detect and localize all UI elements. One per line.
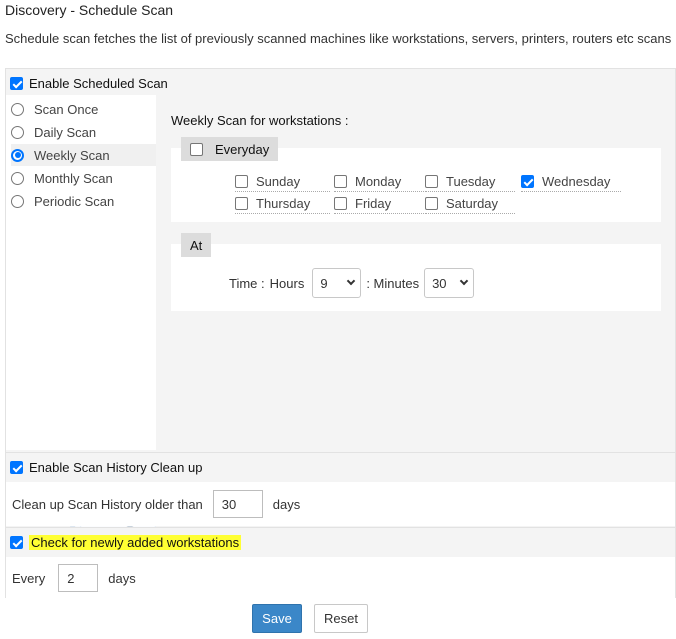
everyday-checkbox[interactable]	[190, 142, 203, 156]
newly-header[interactable]: Check for newly added workstations	[6, 527, 675, 557]
radio-weekly-scan-label: Weekly Scan	[34, 147, 110, 163]
schedule-panel: Enable Scheduled Scan Scan Once Daily Sc…	[5, 68, 676, 599]
radio-periodic-scan-button[interactable]	[11, 194, 24, 208]
radio-weekly-scan[interactable]: Weekly Scan	[11, 144, 156, 166]
minutes-select[interactable]: 30	[424, 268, 475, 298]
radio-periodic-scan[interactable]: Periodic Scan	[11, 190, 156, 212]
thursday-label: Thursday	[256, 196, 311, 211]
day-friday[interactable]: Friday	[334, 194, 424, 214]
day-wednesday[interactable]: Wednesday	[521, 172, 621, 192]
radio-monthly-scan-label: Monthly Scan	[34, 170, 113, 186]
time-box: At Time : Hours 9 : Minutes 30	[171, 233, 661, 311]
history-days-input[interactable]: 30	[212, 490, 263, 518]
page-description: Schedule scan fetches the list of previo…	[5, 31, 672, 46]
scan-type-sidebar: Scan Once Daily Scan Weekly Scan Monthly…	[6, 95, 156, 547]
page-title: Discovery - Schedule Scan	[5, 2, 174, 18]
monday-checkbox[interactable]	[334, 175, 347, 188]
tuesday-label: Tuesday	[446, 174, 496, 189]
minutes-value: 30	[432, 275, 447, 291]
friday-checkbox[interactable]	[334, 197, 347, 210]
radio-scan-once-button[interactable]	[11, 102, 24, 116]
radio-weekly-scan-button[interactable]	[11, 148, 24, 162]
chevron-down-icon	[459, 276, 469, 286]
history-text-before: Clean up Scan History older than	[12, 496, 203, 512]
radio-daily-scan-label: Daily Scan	[34, 124, 97, 140]
sunday-label: Sunday	[256, 174, 301, 189]
time-label: Time :	[229, 275, 265, 291]
wednesday-checkbox[interactable]	[521, 175, 534, 188]
radio-daily-scan-button[interactable]	[11, 125, 24, 139]
newly-days-input[interactable]: 2	[58, 564, 99, 592]
everyday-tab[interactable]: Everyday	[181, 137, 279, 161]
tuesday-checkbox[interactable]	[425, 175, 438, 188]
newly-every-label: Every	[12, 570, 46, 586]
newly-days-label: days	[108, 570, 136, 586]
saturday-checkbox[interactable]	[425, 197, 438, 210]
radio-scan-once-label: Scan Once	[34, 101, 99, 117]
day-thursday[interactable]: Thursday	[235, 194, 330, 214]
radio-daily-scan[interactable]: Daily Scan	[11, 121, 156, 143]
newly-section: Check for newly added workstations Every…	[6, 527, 675, 599]
at-tab: At	[181, 233, 212, 257]
history-body: Clean up Scan History older than 30 days	[6, 482, 675, 526]
day-monday[interactable]: Monday	[334, 172, 424, 192]
reset-button[interactable]: Reset	[314, 604, 368, 633]
wednesday-label: Wednesday	[542, 174, 611, 189]
weekly-settings: Weekly Scan for workstations : Everyday …	[156, 95, 675, 450]
newly-body: Every 2 days	[6, 557, 675, 599]
radio-periodic-scan-label: Periodic Scan	[34, 193, 115, 209]
history-text-after: days	[272, 496, 301, 512]
save-button[interactable]: Save	[252, 604, 302, 633]
thursday-checkbox[interactable]	[235, 197, 248, 210]
history-section: Enable Scan History Clean up Clean up Sc…	[6, 452, 675, 526]
newly-label: Check for newly added workstations	[29, 535, 242, 550]
hours-label: Hours	[269, 275, 305, 291]
friday-label: Friday	[355, 196, 392, 211]
saturday-label: Saturday	[446, 196, 499, 211]
enable-scheduled-scan-label: Enable Scheduled Scan	[29, 76, 168, 91]
days-box: Everyday Sunday Monday Tuesday Wednesday…	[171, 137, 661, 222]
enable-scheduled-scan-row[interactable]: Enable Scheduled Scan	[10, 76, 168, 91]
radio-scan-once[interactable]: Scan Once	[11, 98, 156, 120]
weekly-scan-title: Weekly Scan for workstations :	[171, 113, 349, 128]
history-label: Enable Scan History Clean up	[29, 460, 203, 475]
chevron-down-icon	[347, 276, 356, 286]
sunday-checkbox[interactable]	[235, 175, 248, 188]
newly-checkbox[interactable]	[10, 536, 23, 549]
radio-monthly-scan[interactable]: Monthly Scan	[11, 167, 156, 189]
history-checkbox[interactable]	[10, 461, 23, 474]
time-row: Time : Hours 9 : Minutes 30	[229, 268, 475, 298]
hours-value: 9	[320, 275, 328, 291]
everyday-label: Everyday	[215, 141, 270, 157]
history-header[interactable]: Enable Scan History Clean up	[6, 452, 675, 482]
minutes-label: : Minutes	[366, 275, 420, 291]
at-label: At	[190, 237, 203, 253]
radio-monthly-scan-button[interactable]	[11, 171, 24, 185]
hours-select[interactable]: 9	[312, 268, 362, 298]
day-tuesday[interactable]: Tuesday	[425, 172, 515, 192]
day-saturday[interactable]: Saturday	[425, 194, 515, 214]
enable-scheduled-scan-checkbox[interactable]	[10, 77, 23, 90]
day-sunday[interactable]: Sunday	[235, 172, 330, 192]
monday-label: Monday	[355, 174, 402, 189]
